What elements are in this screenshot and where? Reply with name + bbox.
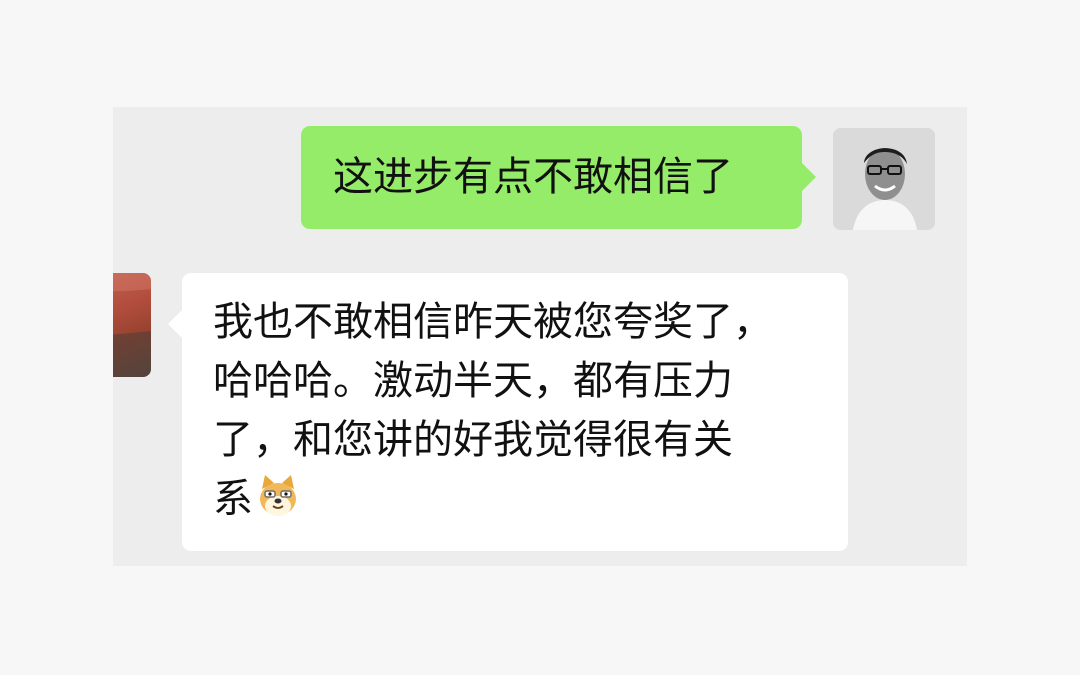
red-photo-avatar <box>113 273 151 377</box>
received-message-line-4-text: 系 <box>213 476 253 522</box>
received-message-line-3: 了，和您讲的好我觉得很有关 <box>213 417 733 463</box>
contact-avatar[interactable] <box>113 273 151 377</box>
user-avatar[interactable] <box>833 128 935 230</box>
received-message-line-1: 我也不敢相信昨天被您夸奖了， <box>213 299 773 345</box>
doge-emoji-icon <box>253 470 303 520</box>
chat-panel: 这进步有点不敢相信了 我也不敢相信昨天被您夸奖了， 哈哈哈。激动半天，都有压力 … <box>113 107 967 566</box>
user-photo-avatar <box>833 128 935 230</box>
received-message-bubble[interactable]: 我也不敢相信昨天被您夸奖了， 哈哈哈。激动半天，都有压力 了，和您讲的好我觉得很… <box>168 273 848 551</box>
received-message-line-4: 系 <box>213 470 824 529</box>
received-message-line-2: 哈哈哈。激动半天，都有压力 <box>213 358 733 404</box>
sent-message-text: 这进步有点不敢相信了 <box>333 154 733 200</box>
sent-message-bubble[interactable]: 这进步有点不敢相信了 <box>301 126 816 229</box>
